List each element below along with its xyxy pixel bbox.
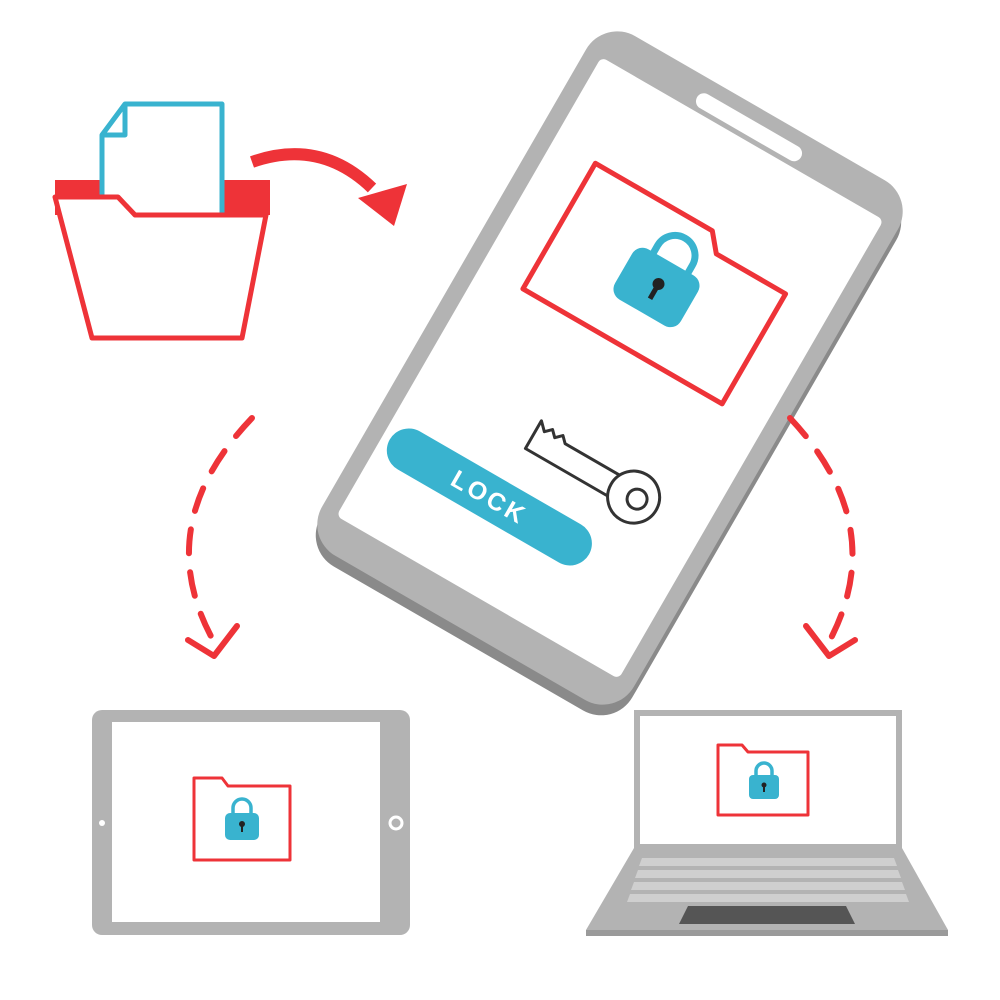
smartphone: LOCK (315, 31, 903, 716)
tablet-camera (99, 820, 105, 826)
laptop-trackpad[interactable] (679, 906, 855, 924)
folder-with-document-icon (52, 101, 270, 341)
tablet (92, 710, 410, 935)
illustration: LOCK (52, 31, 948, 936)
dashed-arrow-icon (787, 415, 858, 659)
laptop (586, 710, 948, 936)
curved-arrow-icon (250, 148, 407, 226)
locked-folder-icon (716, 743, 810, 817)
dashed-arrow-icon (185, 415, 255, 659)
locked-folder-icon (192, 776, 292, 862)
